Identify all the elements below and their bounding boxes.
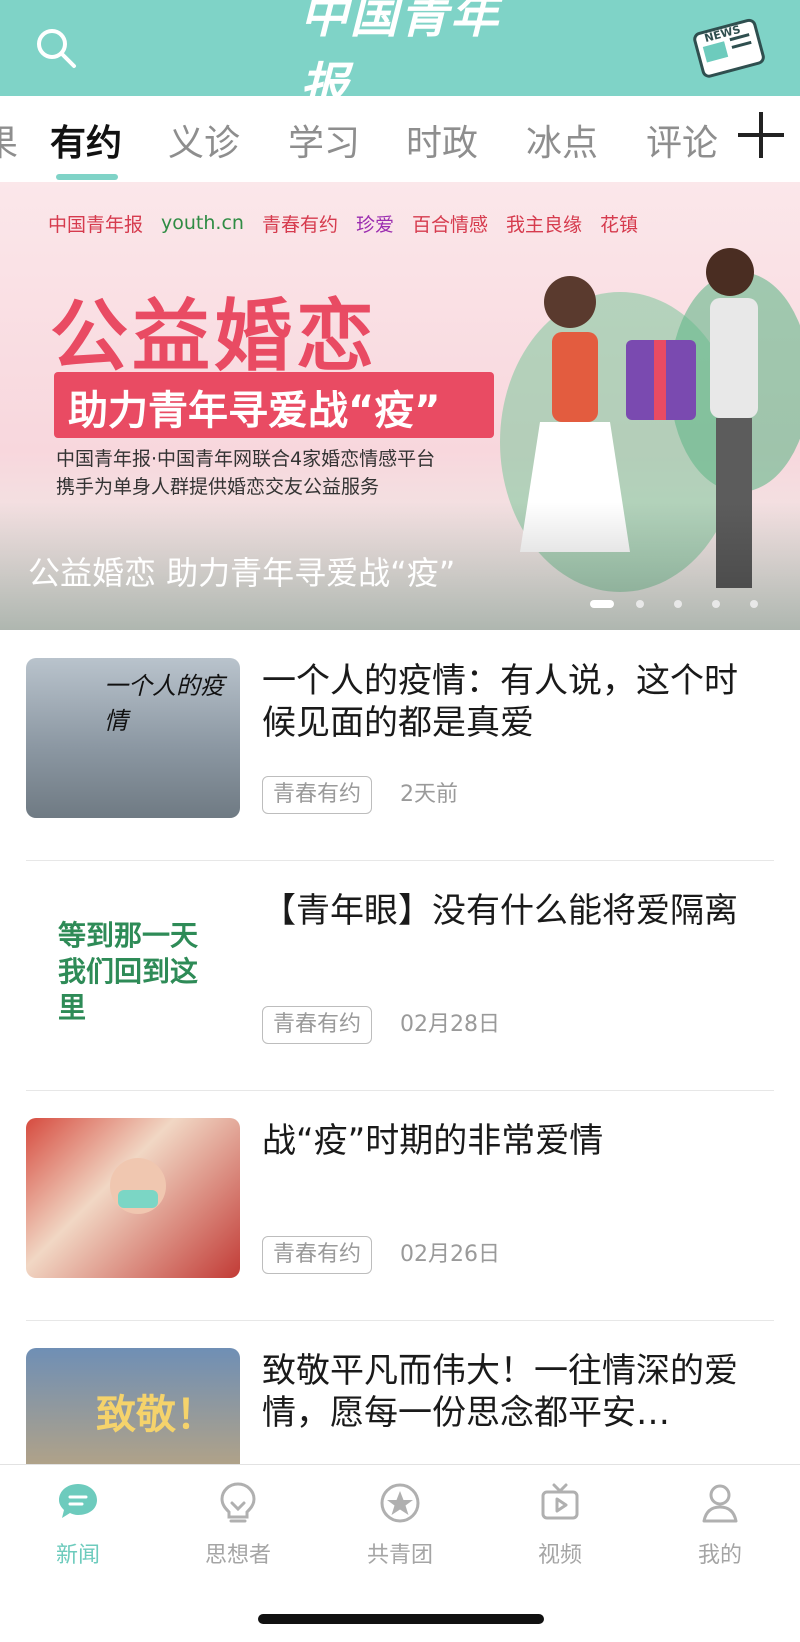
article-thumbnail [26,1118,240,1278]
source-tag: 青春有约 [262,1236,373,1274]
carousel-dot [674,600,682,608]
search-icon[interactable] [32,24,80,72]
star-badge-icon [380,1483,420,1523]
source-tag: 青春有约 [262,776,373,814]
tab-youyue[interactable]: 有约 [50,114,122,166]
nav-news[interactable]: 新闻 [18,1481,138,1591]
banner-headline: 公益婚恋 [50,292,379,382]
nav-label: 我的 [697,1543,742,1568]
partner-logo: 珍爱 [355,213,394,236]
publish-time: 2天前 [400,782,458,807]
tab-xuexi[interactable]: 学习 [288,114,360,166]
thumbnail-text: 一个人的疫情 [104,672,224,735]
thumbnail-text: 等到那一天我们回到这里 [58,919,199,1024]
partner-logo: 百合情感 [411,213,488,236]
publish-time: 02月28日 [400,1012,500,1037]
news-icon[interactable]: NEWS [690,14,770,80]
carousel-dot [750,600,758,608]
nav-profile[interactable]: 我的 [660,1481,780,1591]
article-title: 一个人的疫情：有人说，这个时候见面的都是真爱 [262,661,738,743]
chat-bubble-icon [59,1484,97,1518]
article-thumbnail: 致敬！ [26,1348,240,1464]
nav-youth-league[interactable]: 共青团 [340,1481,460,1591]
nav-label: 共青团 [366,1543,433,1568]
partner-logos: 中国青年报 youth.cn 青春有约 珍爱 百合情感 我主良缘 花镇 [48,198,768,248]
publish-time: 02月26日 [400,1242,500,1267]
nav-label: 思想者 [204,1543,271,1568]
mask-icon [118,1190,158,1208]
article-title: 致敬平凡而伟大！一往情深的爱情，愿每一份思念都平安… [262,1351,738,1433]
banner-caption: 公益婚恋 助力青年寻爱战“疫” [28,554,456,592]
article-thumbnail: 等到那一天我们回到这里 [26,888,240,1048]
partner-logo: youth.cn [161,212,244,234]
thumbnail-text: 致敬！ [96,1392,216,1438]
article-thumbnail: 一个人的疫情 [26,658,240,818]
partner-logo: 花镇 [600,213,639,236]
home-indicator[interactable] [258,1614,544,1624]
tab-partial[interactable]: 果 [0,114,18,166]
carousel-dot [636,600,644,608]
banner-carousel[interactable]: 中国青年报 youth.cn 青春有约 珍爱 百合情感 我主良缘 花镇 公益婚恋… [0,182,800,630]
partner-logo: 中国青年报 [48,213,144,236]
carousel-dot-active [590,600,614,608]
article-title: 【青年眼】没有什么能将爱隔离 [262,891,738,931]
source-tag: 青春有约 [262,1006,373,1044]
nav-label: 视频 [537,1543,582,1568]
banner-description-line: 携手为单身人群提供婚恋交友公益服务 [56,476,380,498]
carousel-dot [712,600,720,608]
news-feed: 一个人的疫情 一个人的疫情：有人说，这个时候见面的都是真爱 青春有约 2天前 等… [0,630,800,1464]
lightbulb-icon [220,1482,256,1523]
list-item[interactable]: 一个人的疫情 一个人的疫情：有人说，这个时候见面的都是真爱 青春有约 2天前 [26,630,774,860]
banner-description-line: 中国青年报·中国青年网联合4家婚恋情感平台 [56,448,436,470]
person-icon [702,1484,738,1523]
tab-pinglun[interactable]: 评论 [646,114,718,166]
nav-thinker[interactable]: 思想者 [178,1481,298,1591]
nav-label: 新闻 [55,1543,100,1568]
tab-yizhen[interactable]: 义诊 [168,114,240,166]
tv-play-icon [541,1483,579,1520]
category-tabs: 果 有约 义诊 学习 时政 冰点 评论 [0,96,800,182]
list-item[interactable]: 战“疫”时期的非常爱情 青春有约 02月26日 [26,1090,774,1320]
plus-icon[interactable] [738,112,784,158]
list-item[interactable]: 等到那一天我们回到这里 【青年眼】没有什么能将爱隔离 青春有约 02月28日 [26,860,774,1090]
partner-logo: 我主良缘 [506,213,583,236]
app-logo: 中国青年报 [300,0,501,114]
top-header: 中国青年报 NEWS [0,0,800,114]
article-title: 战“疫”时期的非常爱情 [262,1121,604,1161]
list-item[interactable]: 致敬！ 致敬平凡而伟大！一往情深的爱情，愿每一份思念都平安… [26,1320,774,1464]
carousel-dots [590,598,790,608]
tab-shizheng[interactable]: 时政 [406,114,478,166]
banner-subheadline: 助力青年寻爱战“疫” [68,388,441,434]
tab-bingdian[interactable]: 冰点 [526,114,598,166]
active-tab-indicator [56,174,118,180]
nav-video[interactable]: 视频 [500,1481,620,1591]
partner-logo: 青春有约 [261,213,338,236]
